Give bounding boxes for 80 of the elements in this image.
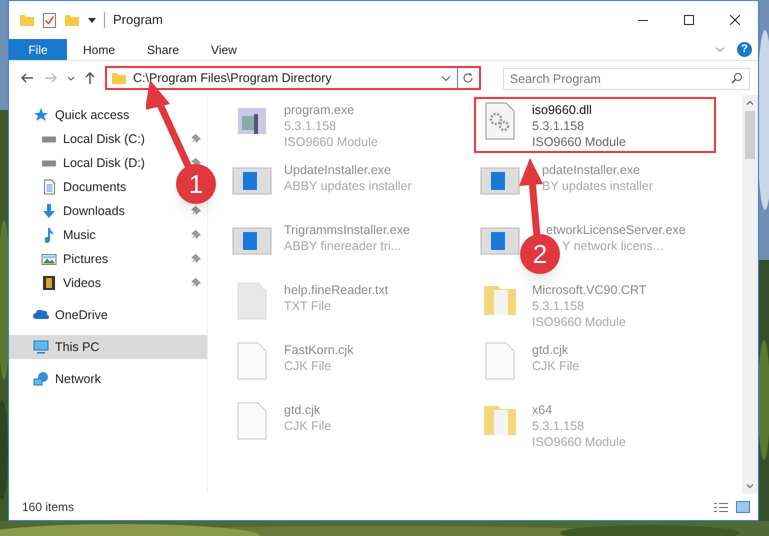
file-detail: ISO9660 Module: [532, 434, 626, 450]
item-count: 160 items: [22, 499, 74, 516]
sidebar-item[interactable]: This PC: [9, 335, 207, 359]
search-icon: [731, 72, 743, 84]
caret-icon: [88, 18, 96, 22]
cloud-icon: [33, 310, 49, 320]
installer-window-icon: [480, 167, 520, 195]
file-detail: Y network licens...: [562, 238, 664, 254]
chevron-down-icon: [440, 76, 451, 80]
file-detail: CJK File: [284, 418, 332, 434]
installer-window-icon: [232, 167, 272, 195]
sidebar-item[interactable]: Network: [9, 367, 207, 391]
large-icons-view-icon: [736, 501, 750, 513]
quick-access-link[interactable]: Music: [63, 226, 96, 244]
checklist-icon: [43, 12, 56, 28]
sidebar-item[interactable]: Quick access: [9, 103, 207, 127]
quick-access-link[interactable]: Pictures: [63, 250, 108, 268]
file-detail: CJK File: [532, 358, 580, 374]
scrollbar[interactable]: [742, 95, 758, 494]
help-button[interactable]: ?: [737, 42, 752, 57]
file-detail: ISO9660 Module: [284, 134, 378, 150]
zip-folder-icon: [484, 406, 516, 436]
drive-icon: [41, 160, 57, 166]
blank-file-icon: [237, 402, 267, 440]
document-icon: [44, 179, 54, 195]
file-detail: TXT File: [284, 298, 331, 314]
gear-file-icon: [485, 102, 515, 140]
globe-monitor-icon: [33, 372, 49, 386]
ribbon-tab[interactable]: Share: [131, 39, 196, 60]
zip-folder-icon: [484, 286, 516, 316]
blank-file-icon: [237, 342, 267, 380]
picture-icon: [41, 254, 57, 264]
chevron-down-icon: [746, 484, 754, 488]
film-icon: [43, 276, 55, 290]
chevron-down-icon: [67, 76, 75, 80]
drive-icon: [41, 136, 57, 142]
music-note-icon: [44, 228, 54, 242]
chevron-up-icon: [746, 101, 754, 105]
close-icon: [730, 15, 740, 25]
chevron-down-icon: [715, 47, 725, 52]
maximize-icon: [684, 15, 694, 25]
folder-icon: [111, 72, 127, 84]
application-icon: [238, 108, 266, 134]
quick-access-link[interactable]: Downloads: [63, 202, 125, 220]
ribbon-tab[interactable]: View: [195, 39, 253, 60]
file-detail: ABBY finereader tri...: [284, 238, 402, 254]
forward-arrow-icon: [44, 73, 57, 83]
search-field[interactable]: Search Program: [502, 68, 750, 90]
details-view-icon: [714, 502, 728, 512]
star-icon: [33, 107, 49, 123]
quick-access-link[interactable]: Documents: [63, 178, 126, 196]
quick-access-link[interactable]: Videos: [63, 274, 101, 292]
folder-icon: [64, 14, 80, 26]
file-name[interactable]: iso9660.dll: [532, 102, 592, 118]
back-arrow-icon: [21, 73, 34, 83]
file-detail: ABBY updates installer: [284, 178, 412, 194]
file-detail: ISO9660 Module: [532, 314, 626, 330]
file-detail: BY updates installer: [542, 178, 653, 194]
text-file-icon: [237, 282, 267, 320]
quick-access-link[interactable]: Local Disk (C:): [63, 130, 145, 148]
installer-window-icon: [232, 227, 272, 255]
ribbon-tab[interactable]: Home: [67, 39, 132, 60]
sidebar-item[interactable]: OneDrive: [9, 303, 207, 327]
file-detail: 5.3.1.158: [532, 118, 584, 134]
file-detail: 5.3.1.158: [532, 418, 584, 434]
refresh-icon: [462, 72, 474, 84]
download-arrow-icon: [43, 204, 55, 218]
address-field[interactable]: C:\Program Files\Program Directory: [105, 66, 481, 90]
installer-window-icon: [480, 227, 520, 255]
monitor-icon: [33, 340, 49, 354]
file-detail: CJK File: [284, 358, 332, 374]
blank-file-icon: [485, 342, 515, 380]
folder-icon: [19, 14, 35, 26]
quick-access-link[interactable]: Local Disk (D:): [63, 154, 145, 172]
file-detail: 5.3.1.158: [532, 298, 584, 314]
file-detail: 5.3.1.158: [284, 118, 336, 134]
file-detail: ISO9660 Module: [532, 134, 626, 150]
scrollbar-thumb[interactable]: [745, 111, 755, 159]
window-title: Program: [113, 11, 163, 30]
up-arrow-icon: [85, 72, 95, 84]
